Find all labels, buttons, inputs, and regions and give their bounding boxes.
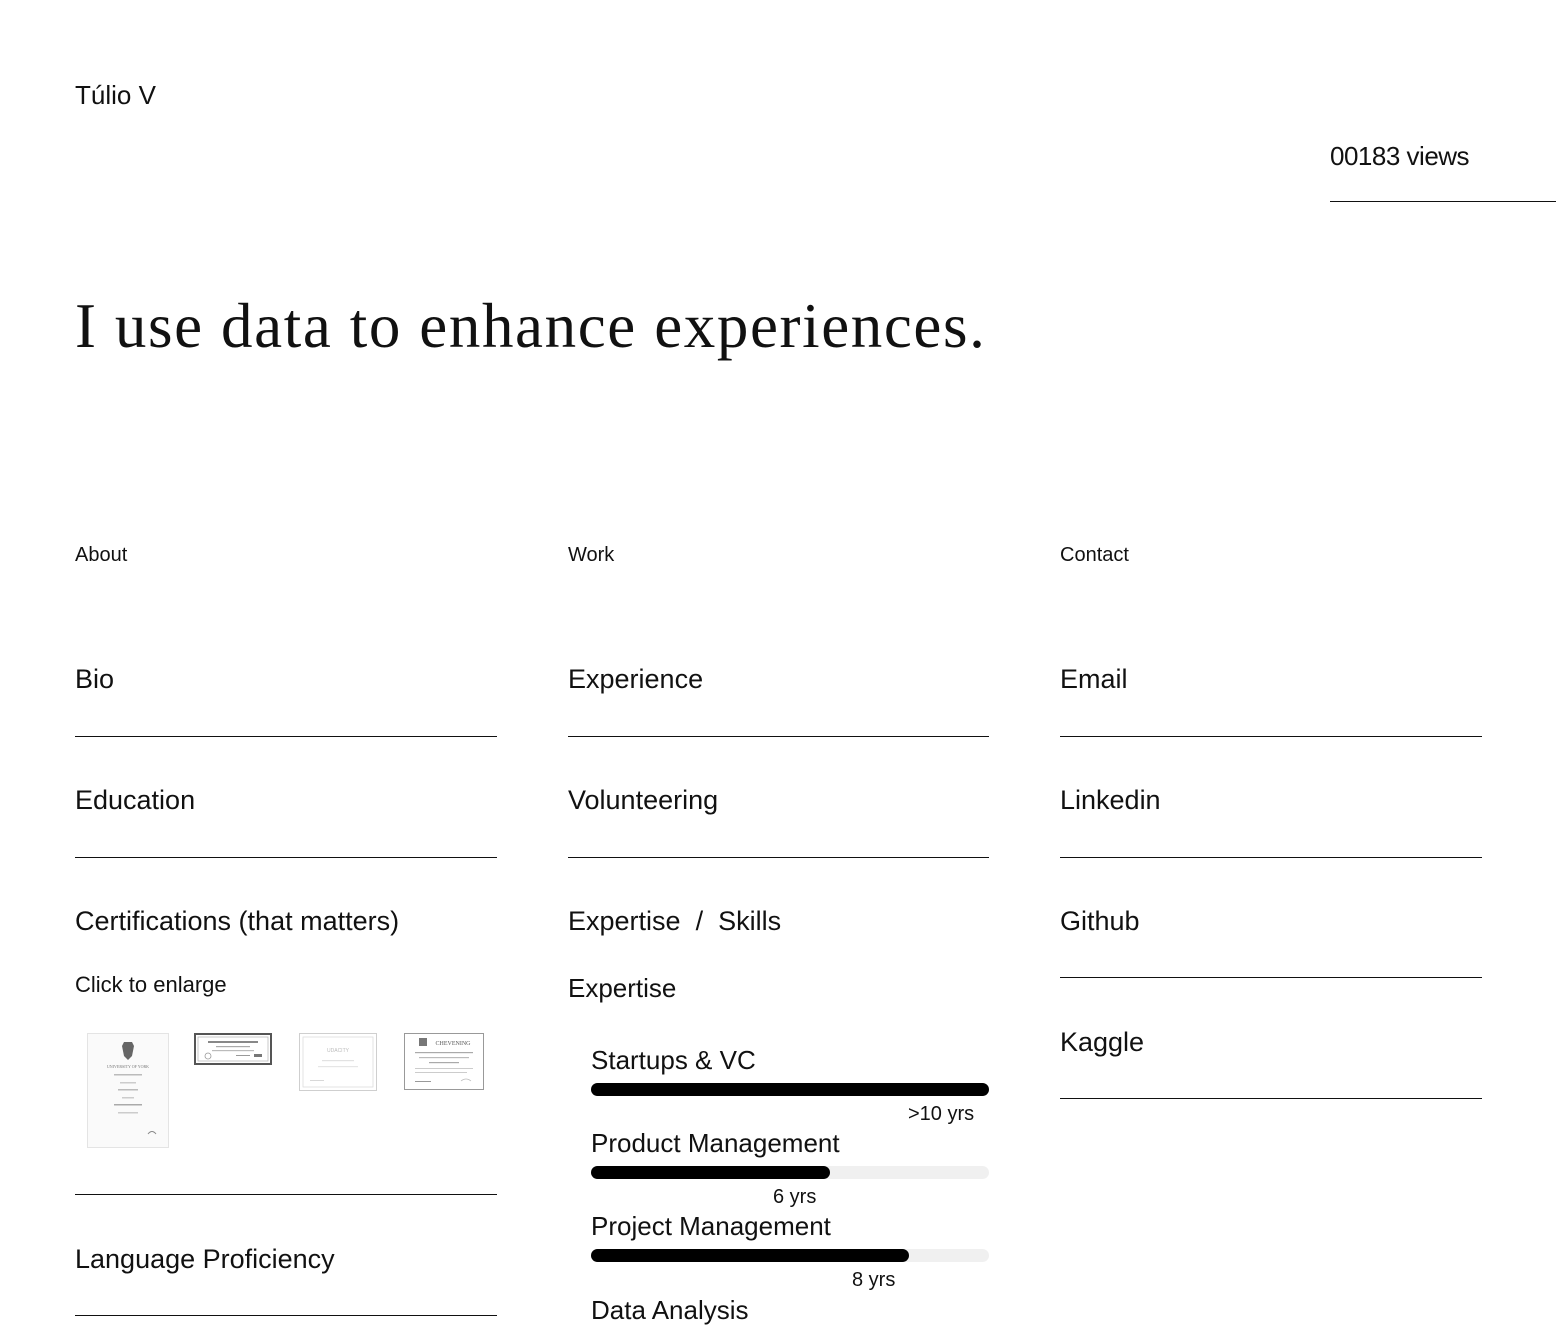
udacity-certificate-image: UDACITY [302, 1036, 374, 1088]
skill-bar-track [591, 1166, 989, 1179]
about-item-education[interactable]: Education [75, 784, 195, 816]
divider [75, 736, 497, 737]
hero-headline: I use data to enhance experiences. [75, 291, 987, 361]
divider [568, 857, 989, 858]
divider [75, 1315, 497, 1316]
about-item-language-proficiency[interactable]: Language Proficiency [75, 1243, 335, 1275]
view-counter: 00183 views [1330, 141, 1470, 171]
divider [1060, 736, 1482, 737]
skill-bar-track [591, 1249, 989, 1262]
view-count: 00183 [1330, 141, 1400, 171]
certificate-heading: UDACITY [327, 1048, 350, 1054]
skill-name: Startups & VC [591, 1045, 756, 1075]
divider [75, 1194, 497, 1195]
skill-bar-fill [591, 1083, 989, 1096]
column-label-contact: Contact [1060, 544, 1129, 566]
work-item-expertise-skills[interactable]: Expertise / Skills [568, 905, 781, 937]
work-item-volunteering[interactable]: Volunteering [568, 784, 718, 816]
skill-bar-fill [591, 1249, 910, 1262]
certificate-heading: CHEVENING [436, 1041, 472, 1047]
view-counter-divider [1330, 201, 1556, 202]
skill-years: 8 yrs [852, 1269, 896, 1291]
skill-years: >10 yrs [908, 1103, 975, 1125]
expertise-heading: Expertise [568, 973, 677, 1003]
chevening-certificate-image: CHEVENING [415, 1038, 473, 1082]
divider [1060, 1098, 1482, 1099]
site-name[interactable]: Túlio V [75, 80, 156, 110]
skill-bar-fill [591, 1166, 830, 1179]
certificate-thumbnail-university[interactable]: UNIVERSITY OF YORK [87, 1033, 169, 1148]
certificate-thumbnail-chevening[interactable]: CHEVENING [404, 1033, 484, 1090]
skills-tab[interactable]: Skills [718, 906, 781, 936]
divider [1060, 857, 1482, 858]
skill-bar-track [591, 1083, 989, 1096]
tab-separator: / [695, 906, 704, 936]
skill-years: 6 yrs [773, 1186, 817, 1208]
certificate-thumbnail-framed[interactable] [194, 1033, 272, 1065]
contact-item-github[interactable]: Github [1060, 905, 1140, 937]
column-label-work: Work [568, 544, 615, 566]
skill-name: Data Analysis [591, 1295, 749, 1325]
certificate-thumbnail-udacity[interactable]: UDACITY [299, 1033, 377, 1091]
university-certificate-image: UNIVERSITY OF YORK [107, 1042, 157, 1135]
divider [1060, 977, 1482, 978]
contact-item-email[interactable]: Email [1060, 663, 1128, 695]
expertise-tab[interactable]: Expertise [568, 906, 681, 936]
contact-item-linkedin[interactable]: Linkedin [1060, 784, 1161, 816]
view-count-suffix: views [1399, 141, 1470, 171]
about-item-certifications[interactable]: Certifications (that matters) [75, 905, 399, 937]
skill-name: Product Management [591, 1128, 840, 1158]
divider [568, 736, 989, 737]
divider [75, 857, 497, 858]
certifications-hint: Click to enlarge [75, 972, 227, 997]
skill-name: Project Management [591, 1211, 831, 1241]
column-label-about: About [75, 544, 128, 566]
framed-certificate-image [197, 1036, 269, 1062]
contact-item-kaggle[interactable]: Kaggle [1060, 1026, 1144, 1058]
work-item-experience[interactable]: Experience [568, 663, 703, 695]
about-item-bio[interactable]: Bio [75, 663, 114, 695]
certificate-heading: UNIVERSITY OF YORK [107, 1064, 149, 1069]
